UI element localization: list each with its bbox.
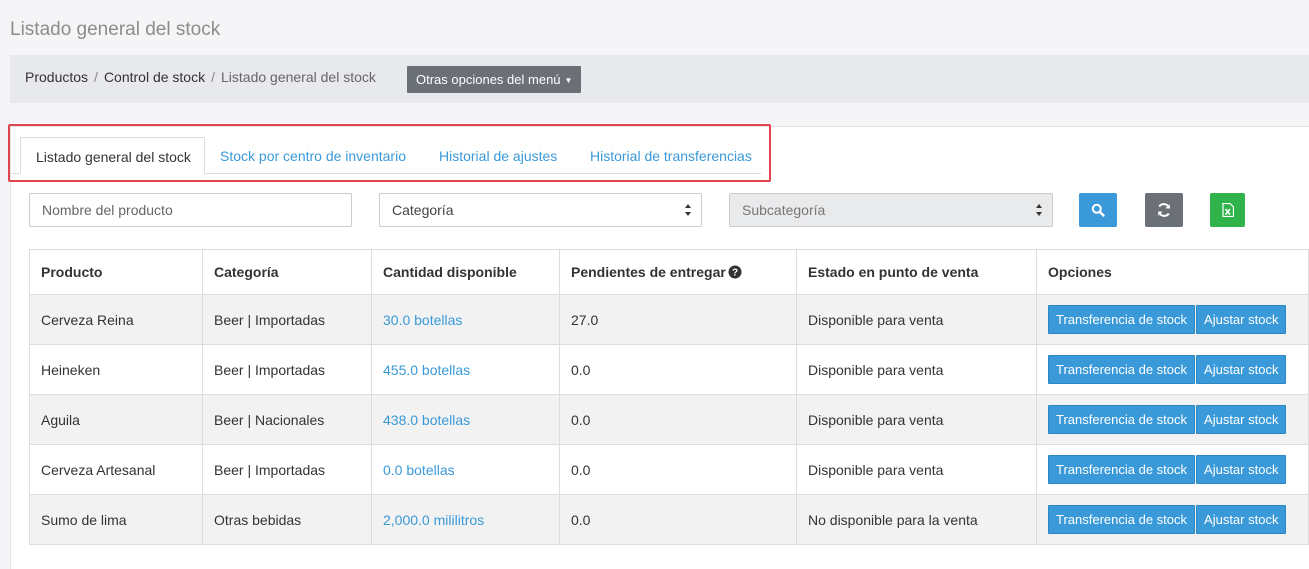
cell-actions: Transferencia de stock Ajustar stock [1036, 494, 1309, 545]
quantity-link[interactable]: 2,000.0 mililitros [383, 512, 484, 528]
table-header-row: Producto Categoría Cantidad disponible P… [29, 249, 1309, 295]
cell-status: Disponible para venta [796, 394, 1037, 445]
column-header-pendientes-label: Pendientes de entregar [571, 264, 726, 280]
cell-quantity: 2,000.0 mililitros [371, 494, 560, 545]
cell-status: Disponible para venta [796, 444, 1037, 495]
cell-category: Beer | Importadas [202, 294, 372, 345]
cell-pending: 0.0 [559, 344, 797, 395]
stock-transfer-button[interactable]: Transferencia de stock [1048, 505, 1196, 534]
column-header-producto: Producto [29, 249, 203, 295]
cell-actions: Transferencia de stock Ajustar stock [1036, 444, 1309, 495]
column-header-cantidad: Cantidad disponible [371, 249, 560, 295]
quantity-link[interactable]: 438.0 botellas [383, 412, 470, 428]
search-button[interactable] [1079, 193, 1117, 227]
stock-transfer-button[interactable]: Transferencia de stock [1048, 405, 1196, 434]
breadcrumb-bar: Productos / Control de stock / Listado gener… [10, 55, 1309, 103]
table-row: Sumo de lima Otras bebidas 2,000.0 milil… [29, 494, 1309, 545]
select-arrows-icon [685, 204, 691, 216]
subcategory-select[interactable]: Subcategoría [729, 193, 1053, 227]
cell-pending: 0.0 [559, 394, 797, 445]
stock-table: Producto Categoría Cantidad disponible P… [29, 249, 1309, 545]
adjust-stock-button[interactable]: Ajustar stock [1196, 355, 1287, 384]
cell-status: Disponible para venta [796, 294, 1037, 345]
quantity-link[interactable]: 455.0 botellas [383, 362, 470, 378]
quantity-link[interactable]: 30.0 botellas [383, 312, 462, 328]
cell-product: Cerveza Artesanal [29, 444, 203, 495]
other-menu-options-label: Otras opciones del menú [416, 72, 561, 87]
cell-category: Beer | Importadas [202, 444, 372, 495]
table-row: Cerveza Reina Beer | Importadas 30.0 bot… [29, 294, 1309, 345]
table-row: Cerveza Artesanal Beer | Importadas 0.0 … [29, 444, 1309, 495]
table-row: Aguila Beer | Nacionales 438.0 botellas … [29, 394, 1309, 445]
cell-product: Sumo de lima [29, 494, 203, 545]
column-header-pendientes: Pendientes de entregar? [559, 249, 797, 295]
cell-status: No disponible para la venta [796, 494, 1037, 545]
cell-quantity: 438.0 botellas [371, 394, 560, 445]
adjust-stock-button[interactable]: Ajustar stock [1196, 455, 1287, 484]
stock-transfer-button[interactable]: Transferencia de stock [1048, 455, 1196, 484]
table-row: Heineken Beer | Importadas 455.0 botella… [29, 344, 1309, 395]
other-menu-options-button[interactable]: Otras opciones del menú ▼ [407, 66, 582, 93]
cell-pending: 27.0 [559, 294, 797, 345]
cell-quantity: 30.0 botellas [371, 294, 560, 345]
category-select[interactable]: Categoría [379, 193, 702, 227]
page-title: Listado general del stock [10, 19, 221, 40]
question-circle-icon[interactable]: ? [728, 265, 742, 279]
cell-pending: 0.0 [559, 494, 797, 545]
cell-actions: Transferencia de stock Ajustar stock [1036, 294, 1309, 345]
adjust-stock-button[interactable]: Ajustar stock [1196, 505, 1287, 534]
excel-icon [1221, 203, 1234, 217]
breadcrumb-separator: / [211, 69, 215, 85]
breadcrumb-current: Listado general del stock [221, 69, 376, 85]
refresh-button[interactable] [1145, 193, 1183, 227]
stock-transfer-button[interactable]: Transferencia de stock [1048, 305, 1196, 334]
tabs-highlight-box [8, 124, 771, 182]
breadcrumb-separator: / [94, 69, 98, 85]
cell-product: Heineken [29, 344, 203, 395]
cell-product: Aguila [29, 394, 203, 445]
refresh-icon [1158, 203, 1170, 217]
cell-status: Disponible para venta [796, 344, 1037, 395]
category-select-value: Categoría [392, 202, 454, 218]
breadcrumb-item-productos[interactable]: Productos [25, 69, 88, 85]
cell-actions: Transferencia de stock Ajustar stock [1036, 394, 1309, 445]
breadcrumb: Productos / Control de stock / Listado gener… [25, 69, 376, 85]
column-header-opciones: Opciones [1036, 249, 1309, 295]
select-arrows-icon [1036, 204, 1042, 216]
search-icon [1091, 203, 1105, 217]
stock-transfer-button[interactable]: Transferencia de stock [1048, 355, 1196, 384]
cell-actions: Transferencia de stock Ajustar stock [1036, 344, 1309, 395]
cell-pending: 0.0 [559, 444, 797, 495]
cell-quantity: 455.0 botellas [371, 344, 560, 395]
column-header-estado: Estado en punto de venta [796, 249, 1037, 295]
caret-down-icon: ▼ [564, 76, 573, 86]
cell-category: Beer | Nacionales [202, 394, 372, 445]
cell-category: Otras bebidas [202, 494, 372, 545]
quantity-link[interactable]: 0.0 botellas [383, 462, 455, 478]
column-header-categoria: Categoría [202, 249, 372, 295]
svg-text:?: ? [732, 268, 738, 279]
cell-category: Beer | Importadas [202, 344, 372, 395]
cell-product: Cerveza Reina [29, 294, 203, 345]
adjust-stock-button[interactable]: Ajustar stock [1196, 405, 1287, 434]
export-excel-button[interactable] [1210, 193, 1245, 227]
product-name-input[interactable] [29, 193, 352, 227]
adjust-stock-button[interactable]: Ajustar stock [1196, 305, 1287, 334]
subcategory-select-value: Subcategoría [742, 202, 826, 218]
breadcrumb-item-control-de-stock[interactable]: Control de stock [104, 69, 205, 85]
cell-quantity: 0.0 botellas [371, 444, 560, 495]
